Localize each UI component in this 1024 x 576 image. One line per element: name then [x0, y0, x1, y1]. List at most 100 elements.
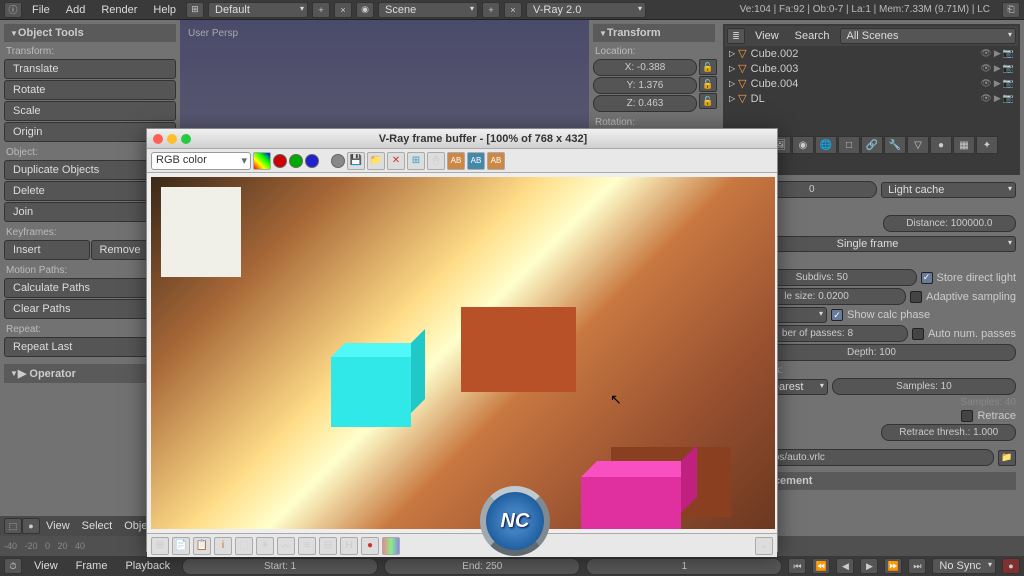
close-icon[interactable] — [153, 134, 163, 144]
view-menu[interactable]: View — [40, 518, 76, 534]
timeline-editor-icon[interactable]: ⏱ — [4, 558, 22, 574]
region-icon[interactable]: ⊞ — [407, 152, 425, 170]
data-tab-icon[interactable]: ▽ — [907, 136, 929, 154]
ab-compare-b-icon[interactable]: AB — [467, 152, 485, 170]
channel-dropdown[interactable]: RGB color — [151, 152, 251, 170]
scene-tab-icon[interactable]: ◉ — [792, 136, 814, 154]
menu-add[interactable]: Add — [60, 2, 92, 18]
vfb-copy-icon[interactable]: 📋 — [193, 537, 211, 555]
location-x-field[interactable]: X: -0.388 — [593, 59, 697, 76]
location-y-field[interactable]: Y: 1.376 — [593, 77, 697, 94]
add-layout-icon[interactable]: + — [312, 2, 330, 18]
viewport-editor-icon[interactable]: ⬚ — [4, 518, 22, 534]
outliner-row[interactable]: ▷▽DL👁▶📷 — [725, 91, 1018, 106]
render-icon[interactable]: 📷 — [1003, 48, 1014, 59]
minimize-icon[interactable] — [167, 134, 177, 144]
lock-y-icon[interactable]: 🔓 — [699, 76, 717, 92]
jump-start-icon[interactable]: ⏮ — [788, 558, 806, 574]
render-icon[interactable]: 📷 — [1003, 93, 1014, 104]
object-tools-header[interactable]: Object Tools — [4, 24, 176, 42]
jump-end-icon[interactable]: ⏭ — [908, 558, 926, 574]
prev-keyframe-icon[interactable]: ⏪ — [812, 558, 830, 574]
autonum-check[interactable] — [912, 328, 924, 340]
history-icon[interactable]: 📁 — [367, 152, 385, 170]
eye-icon[interactable]: 👁 — [980, 78, 991, 89]
vray-titlebar[interactable]: V-Ray frame buffer - [100% of 768 x 432] — [147, 129, 777, 149]
modifiers-tab-icon[interactable]: 🔧 — [884, 136, 906, 154]
retrace-thresh-field[interactable]: Retrace thresh.: 1.000 — [881, 424, 1016, 441]
timeline-frame-menu[interactable]: Frame — [70, 558, 114, 574]
transform-panel-header[interactable]: Transform — [593, 24, 715, 42]
outliner-filter-dropdown[interactable]: All Scenes — [840, 28, 1016, 44]
outliner-row[interactable]: ▷▽Cube.002👁▶📷 — [725, 46, 1018, 61]
menu-render[interactable]: Render — [95, 2, 143, 18]
renderer-dropdown[interactable]: V-Ray 2.0 — [526, 2, 646, 18]
remove-layout-icon[interactable]: × — [334, 2, 352, 18]
outliner-row[interactable]: ▷▽Cube.003👁▶📷 — [725, 61, 1018, 76]
constraints-tab-icon[interactable]: 🔗 — [861, 136, 883, 154]
select-menu[interactable]: Select — [76, 518, 119, 534]
autokey-icon[interactable]: ● — [1002, 558, 1020, 574]
start-frame-field[interactable]: Start: 1 — [182, 558, 378, 575]
samples-field[interactable]: Samples: 10 — [832, 378, 1016, 395]
world-tab-icon[interactable]: 🌐 — [815, 136, 837, 154]
light-cache-dropdown[interactable]: Light cache — [881, 182, 1016, 198]
track-mouse-icon[interactable]: 🖱 — [427, 152, 445, 170]
vfb-info-icon[interactable]: i — [214, 537, 232, 555]
back-to-previous-icon[interactable]: ⎗ — [1002, 2, 1020, 18]
outliner-view-menu[interactable]: View — [749, 28, 785, 44]
retrace-check[interactable] — [961, 410, 973, 422]
vfb-lut-icon[interactable]: ⊟ — [319, 537, 337, 555]
location-z-field[interactable]: Z: 0.463 — [593, 95, 697, 112]
menu-file[interactable]: File — [26, 2, 56, 18]
vfb-exposure-icon[interactable]: ☀ — [256, 537, 274, 555]
rotate-button[interactable]: Rotate — [4, 80, 176, 100]
blue-channel-icon[interactable] — [305, 154, 319, 168]
eye-icon[interactable]: 👁 — [980, 93, 991, 104]
eye-icon[interactable]: 👁 — [980, 63, 991, 74]
render-icon[interactable]: 📷 — [1003, 78, 1014, 89]
scene-icon[interactable]: ◉ — [356, 2, 374, 18]
add-scene-icon[interactable]: + — [482, 2, 500, 18]
red-channel-icon[interactable] — [273, 154, 287, 168]
browse-icon[interactable]: 📁 — [998, 450, 1016, 466]
next-keyframe-icon[interactable]: ⏩ — [884, 558, 902, 574]
timeline-playback-menu[interactable]: Playback — [119, 558, 176, 574]
layout-dropdown[interactable]: Default — [208, 2, 308, 18]
eye-icon[interactable]: 👁 — [980, 48, 991, 59]
remove-scene-icon[interactable]: × — [504, 2, 522, 18]
vfb-curves-icon[interactable]: 〰 — [277, 537, 295, 555]
translate-button[interactable]: Translate — [4, 59, 176, 79]
ab-compare-c-icon[interactable]: AB — [487, 152, 505, 170]
lock-z-icon[interactable]: 🔓 — [699, 93, 717, 109]
maximize-icon[interactable] — [181, 134, 191, 144]
distance-field[interactable]: Distance: 100000.0 — [883, 215, 1016, 232]
vfb-tool-1-icon[interactable]: ⊞ — [151, 537, 169, 555]
timeline-view-menu[interactable]: View — [28, 558, 64, 574]
particles-tab-icon[interactable]: ✦ — [976, 136, 998, 154]
blender-icon[interactable]: ⓘ — [4, 2, 22, 18]
cursor-icon[interactable]: ▶ — [994, 93, 1001, 104]
texture-tab-icon[interactable]: ▦ — [953, 136, 975, 154]
scene-dropdown[interactable]: Scene — [378, 2, 478, 18]
adaptive-check[interactable] — [910, 291, 922, 303]
render-icon[interactable]: 📷 — [1003, 63, 1014, 74]
vfb-cc-icon[interactable]: ≡ — [298, 537, 316, 555]
end-frame-field[interactable]: End: 250 — [384, 558, 580, 575]
vfb-stop-icon[interactable]: ● — [361, 537, 379, 555]
insert-keyframe-button[interactable]: Insert — [4, 240, 90, 260]
vfb-swatch-icon[interactable] — [382, 537, 400, 555]
layout-icon[interactable]: ⊞ — [186, 2, 204, 18]
mode-icon[interactable]: ● — [22, 518, 40, 534]
outliner-editor-icon[interactable]: ≣ — [727, 28, 745, 44]
mono-channel-icon[interactable] — [331, 154, 345, 168]
rgb-icon[interactable] — [253, 152, 271, 170]
cursor-icon[interactable]: ▶ — [994, 78, 1001, 89]
vfb-new-icon[interactable]: 📄 — [172, 537, 190, 555]
store-direct-check[interactable] — [921, 272, 933, 284]
save-icon[interactable]: 💾 — [347, 152, 365, 170]
vfb-levels-icon[interactable]: ⬚ — [235, 537, 253, 555]
sync-dropdown[interactable]: No Sync — [932, 558, 996, 574]
green-channel-icon[interactable] — [289, 154, 303, 168]
ab-compare-a-icon[interactable]: AB — [447, 152, 465, 170]
